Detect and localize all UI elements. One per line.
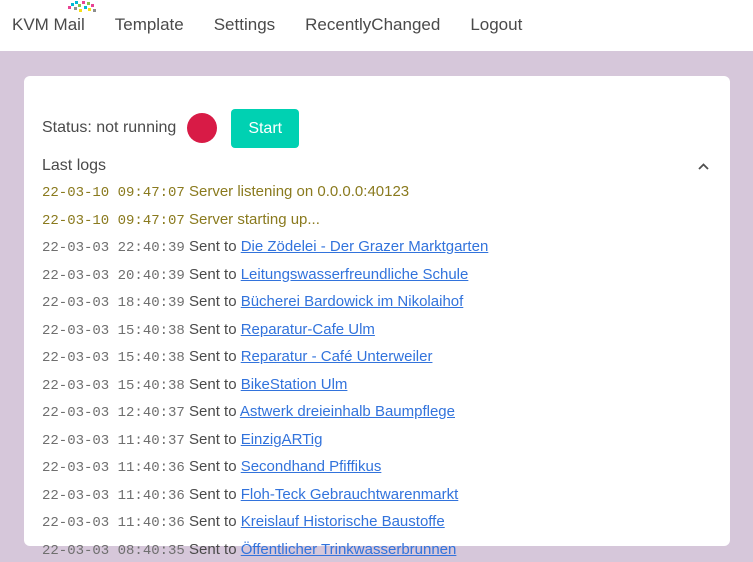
log-target-link[interactable]: Leitungswasserfreundliche Schule <box>241 266 469 283</box>
status-indicator-dot <box>187 113 217 143</box>
log-target-link[interactable]: Astwerk dreieinhalb Baumpflege <box>240 403 455 420</box>
log-line: 22-03-10 09:47:07 Server listening on 0.… <box>42 179 719 207</box>
log-line: 22-03-03 20:40:39 Sent to Leitungswasser… <box>42 262 719 290</box>
log-message: Sent to <box>189 541 241 558</box>
log-timestamp: 22-03-03 11:40:37 <box>42 433 185 449</box>
log-timestamp: 22-03-03 12:40:37 <box>42 405 185 421</box>
log-message: Sent to <box>189 458 241 475</box>
log-line: 22-03-03 15:40:38 Sent to Reparatur - Ca… <box>42 344 719 372</box>
status-row: Status: not running Start <box>42 108 299 148</box>
log-message: Sent to <box>189 293 241 310</box>
nav-link-logout[interactable]: Logout <box>470 14 522 36</box>
log-target-link[interactable]: Die Zödelei - Der Grazer Marktgarten <box>241 238 489 255</box>
log-target-link[interactable]: Floh-Teck Gebrauchtwarenmarkt <box>241 486 459 503</box>
last-logs-heading: Last logs <box>42 155 106 177</box>
kvm-dots-logo-icon <box>66 0 98 15</box>
log-timestamp: 22-03-03 08:40:35 <box>42 543 185 559</box>
top-navbar: KVM Mail Template Settings RecentlyChang… <box>0 0 753 51</box>
log-line: 22-03-03 15:40:38 Sent to BikeStation Ul… <box>42 372 719 400</box>
log-line: 22-03-03 08:40:35 Sent to Öffentlicher T… <box>42 537 719 562</box>
log-target-link[interactable]: BikeStation Ulm <box>241 376 348 393</box>
nav-links: KVM Mail Template Settings RecentlyChang… <box>0 14 522 36</box>
log-target-link[interactable]: EinzigARTig <box>241 431 323 448</box>
log-target-link[interactable]: Reparatur-Cafe Ulm <box>241 321 375 338</box>
nav-link-recently-changed[interactable]: RecentlyChanged <box>305 14 440 36</box>
log-timestamp: 22-03-03 15:40:38 <box>42 350 185 366</box>
log-timestamp: 22-03-10 09:47:07 <box>42 213 185 229</box>
log-message: Sent to <box>189 321 241 338</box>
log-target-link[interactable]: Secondhand Pfiffikus <box>241 458 382 475</box>
log-message: Sent to <box>189 348 241 365</box>
log-message: Server starting up... <box>189 211 320 228</box>
start-button[interactable]: Start <box>231 109 299 148</box>
log-target-link[interactable]: Kreislauf Historische Baustoffe <box>241 513 445 530</box>
log-list[interactable]: 22-03-10 09:47:07 Server listening on 0.… <box>42 179 719 562</box>
log-target-link[interactable]: Bücherei Bardowick im Nikolaihof <box>241 293 464 310</box>
log-line: 22-03-03 18:40:39 Sent to Bücherei Bardo… <box>42 289 719 317</box>
log-line: 22-03-03 22:40:39 Sent to Die Zödelei - … <box>42 234 719 262</box>
log-line: 22-03-10 09:47:07 Server starting up... <box>42 207 719 235</box>
log-message: Sent to <box>189 266 241 283</box>
log-target-link[interactable]: Öffentlicher Trinkwasserbrunnen <box>241 541 457 558</box>
log-timestamp: 22-03-03 15:40:38 <box>42 378 185 394</box>
log-timestamp: 22-03-10 09:47:07 <box>42 185 185 201</box>
nav-link-kvm-mail[interactable]: KVM Mail <box>12 14 85 36</box>
log-line: 22-03-03 11:40:37 Sent to EinzigARTig <box>42 427 719 455</box>
log-timestamp: 22-03-03 11:40:36 <box>42 488 185 504</box>
main-card: Status: not running Start Last logs 22-0… <box>24 76 730 546</box>
log-line: 22-03-03 11:40:36 Sent to Kreislauf Hist… <box>42 509 719 537</box>
log-target-link[interactable]: Reparatur - Café Unterweiler <box>241 348 433 365</box>
log-timestamp: 22-03-03 11:40:36 <box>42 515 185 531</box>
log-message: Sent to <box>189 431 241 448</box>
log-timestamp: 22-03-03 18:40:39 <box>42 295 185 311</box>
log-message: Sent to <box>189 403 240 420</box>
log-message: Sent to <box>189 238 241 255</box>
card-content: Status: not running Start Last logs 22-0… <box>42 92 730 546</box>
log-message: Server listening on 0.0.0.0:40123 <box>189 183 409 200</box>
nav-link-settings[interactable]: Settings <box>214 14 275 36</box>
log-timestamp: 22-03-03 15:40:38 <box>42 323 185 339</box>
log-line: 22-03-03 11:40:36 Sent to Floh-Teck Gebr… <box>42 482 719 510</box>
log-timestamp: 22-03-03 20:40:39 <box>42 268 185 284</box>
log-timestamp: 22-03-03 11:40:36 <box>42 460 185 476</box>
nav-link-template[interactable]: Template <box>115 14 184 36</box>
log-line: 22-03-03 11:40:36 Sent to Secondhand Pfi… <box>42 454 719 482</box>
log-message: Sent to <box>189 486 241 503</box>
log-line: 22-03-03 15:40:38 Sent to Reparatur-Cafe… <box>42 317 719 345</box>
log-timestamp: 22-03-03 22:40:39 <box>42 240 185 256</box>
log-message: Sent to <box>189 376 241 393</box>
log-line: 22-03-03 12:40:37 Sent to Astwerk dreiei… <box>42 399 719 427</box>
status-label: Status: not running <box>42 117 176 139</box>
log-message: Sent to <box>189 513 241 530</box>
